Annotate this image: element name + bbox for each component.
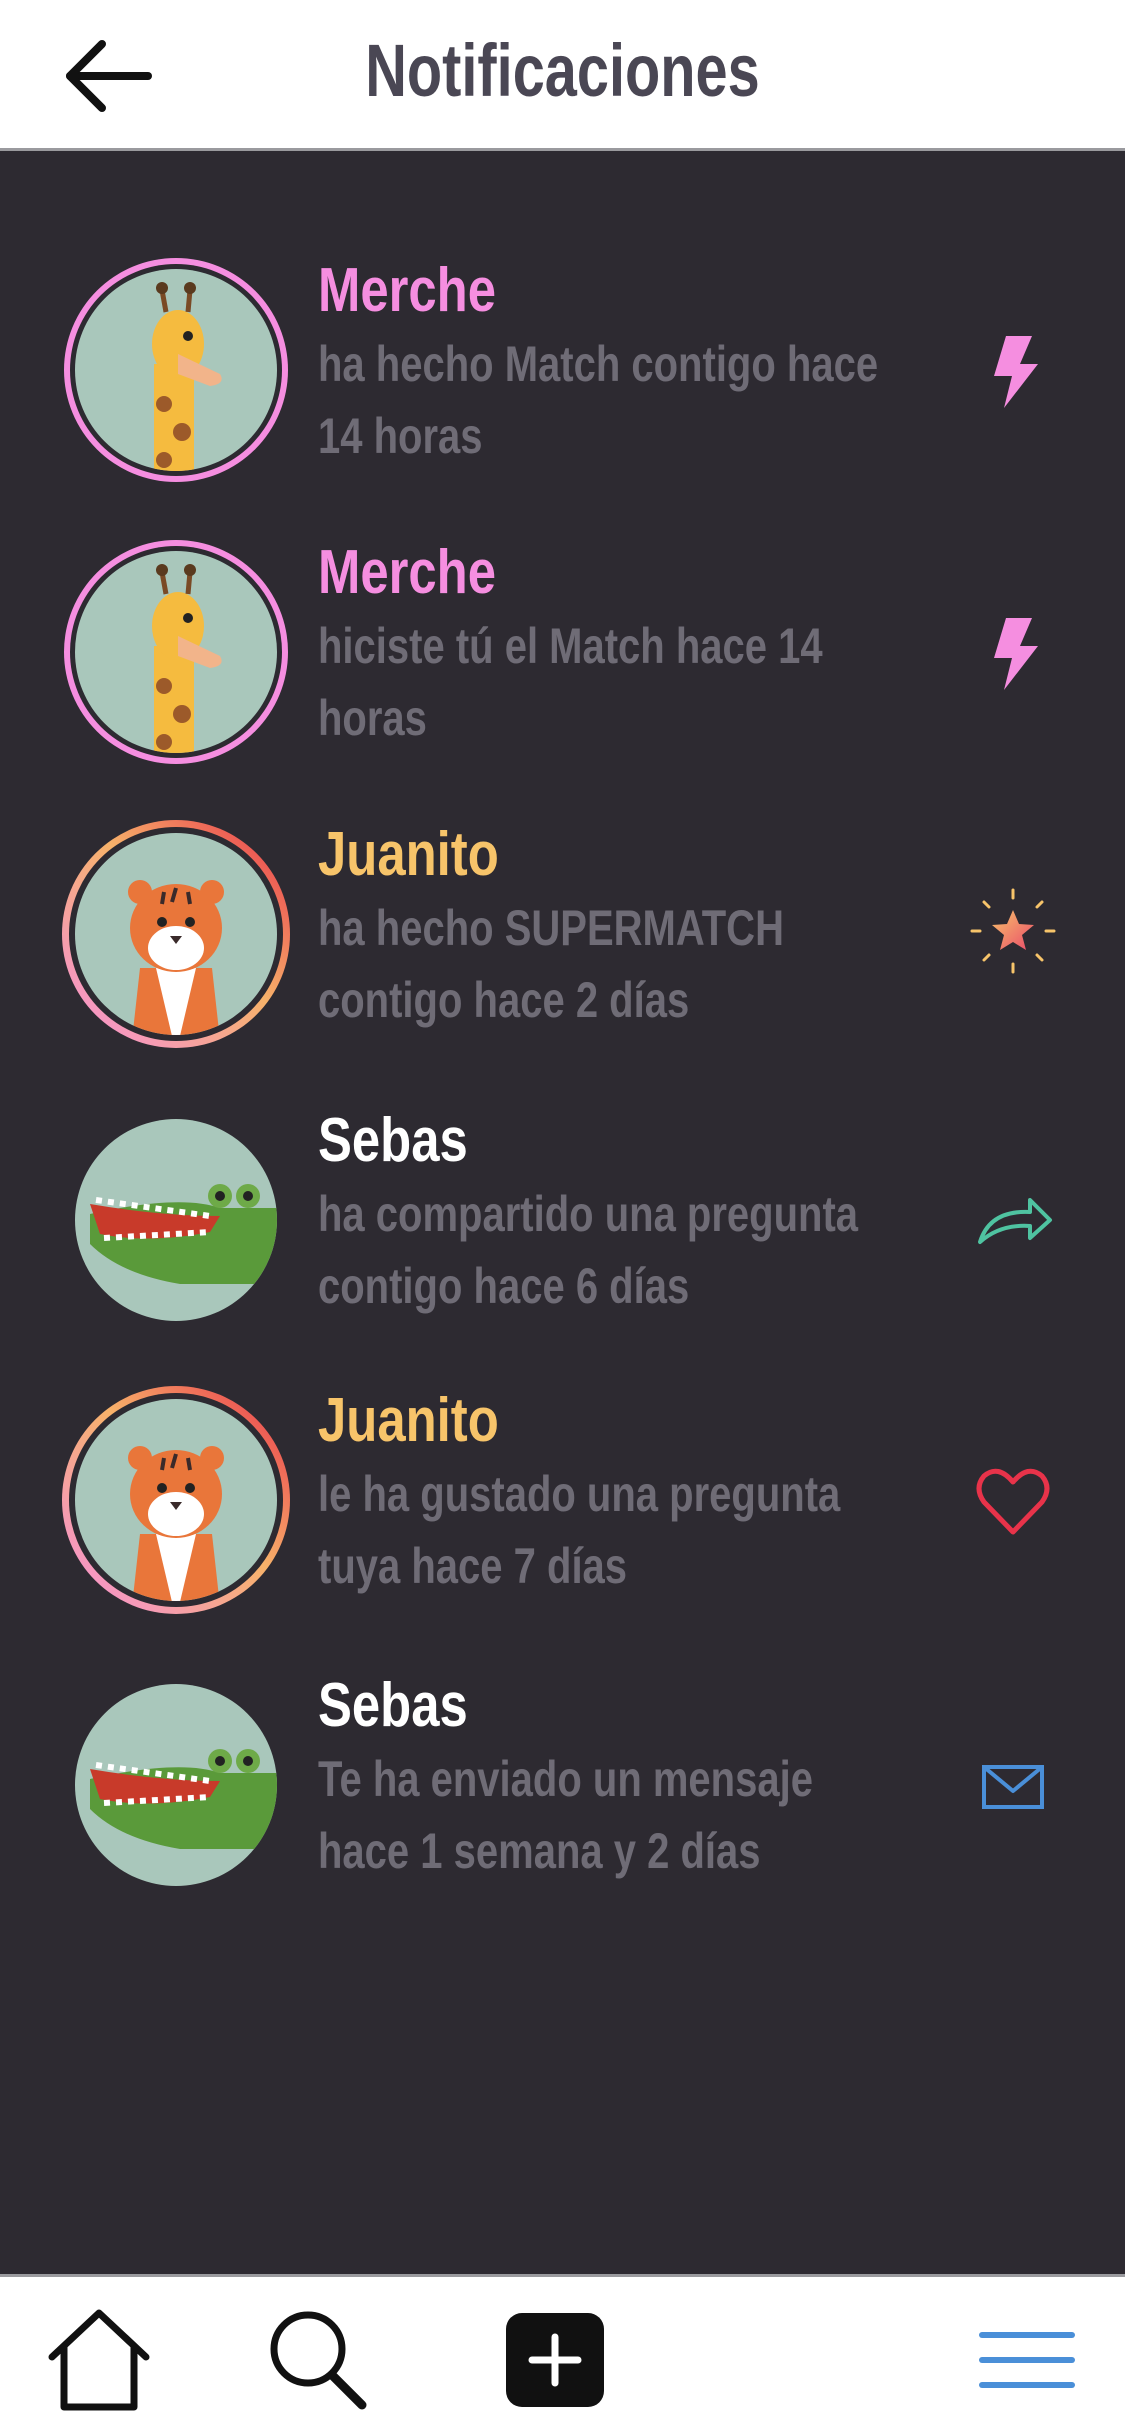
notification-message: ha hecho Match contigo hace 14 horas	[318, 336, 879, 464]
notification-item[interactable]: Juanito le ha gustado una pregunta tuya …	[0, 1384, 1125, 1644]
home-button[interactable]	[44, 2305, 154, 2415]
heart-icon	[968, 1456, 1058, 1546]
avatar[interactable]	[60, 818, 292, 1050]
notification-message: Te ha enviado un mensaje hace 1 semana y…	[318, 1751, 813, 1879]
top-header: Notificaciones	[0, 0, 1125, 151]
add-icon	[506, 2313, 604, 2407]
notification-name: Sebas	[318, 1671, 468, 1740]
avatar[interactable]	[60, 1104, 292, 1336]
notification-item[interactable]: Juanito ha hecho SUPERMATCH contigo hace…	[0, 818, 1125, 1078]
lightning-icon	[968, 608, 1058, 698]
avatar[interactable]	[60, 1669, 292, 1901]
home-icon	[48, 2309, 150, 2411]
notification-name: Juanito	[318, 1386, 499, 1455]
notification-name: Merche	[318, 538, 497, 607]
sparkle-star-icon	[968, 886, 1058, 976]
avatar[interactable]	[60, 1384, 292, 1616]
page-title: Notificaciones	[365, 29, 760, 112]
notification-message: hiciste tú el Match hace 14 horas	[318, 618, 823, 746]
notification-name: Juanito	[318, 820, 499, 889]
notification-message: le ha gustado una pregunta tuya hace 7 d…	[318, 1466, 841, 1594]
avatar[interactable]	[60, 536, 292, 768]
notification-name: Sebas	[318, 1106, 468, 1175]
search-button[interactable]	[262, 2305, 372, 2415]
avatar[interactable]	[60, 254, 292, 486]
search-icon	[270, 2311, 367, 2410]
notification-message: ha hecho SUPERMATCH contigo hace 2 días	[318, 900, 784, 1028]
bottom-nav	[0, 2274, 1125, 2436]
mail-icon	[968, 1741, 1058, 1831]
crocodile-avatar-icon	[75, 1119, 277, 1321]
notifications-list: Merche ha hecho Match contigo hace 14 ho…	[0, 154, 1125, 2274]
share-arrow-icon	[968, 1176, 1058, 1266]
notification-item[interactable]: Merche ha hecho Match contigo hace 14 ho…	[0, 254, 1125, 514]
crocodile-avatar-icon	[75, 1684, 277, 1886]
giraffe-avatar-icon	[64, 258, 288, 482]
notification-item[interactable]: Merche hiciste tú el Match hace 14 horas	[0, 536, 1125, 796]
lightning-icon	[968, 326, 1058, 416]
menu-button[interactable]	[976, 2305, 1086, 2415]
giraffe-avatar-icon	[64, 540, 288, 764]
tiger-avatar-icon	[62, 1386, 290, 1614]
tiger-avatar-icon	[62, 820, 290, 1048]
notification-name: Merche	[318, 256, 497, 325]
notification-item[interactable]: Sebas ha compartido una pregunta contigo…	[0, 1104, 1125, 1364]
notification-message: ha compartido una pregunta contigo hace …	[318, 1186, 859, 1314]
menu-icon	[979, 2332, 1075, 2388]
add-button[interactable]	[500, 2305, 610, 2415]
notification-item[interactable]: Sebas Te ha enviado un mensaje hace 1 se…	[0, 1669, 1125, 1929]
